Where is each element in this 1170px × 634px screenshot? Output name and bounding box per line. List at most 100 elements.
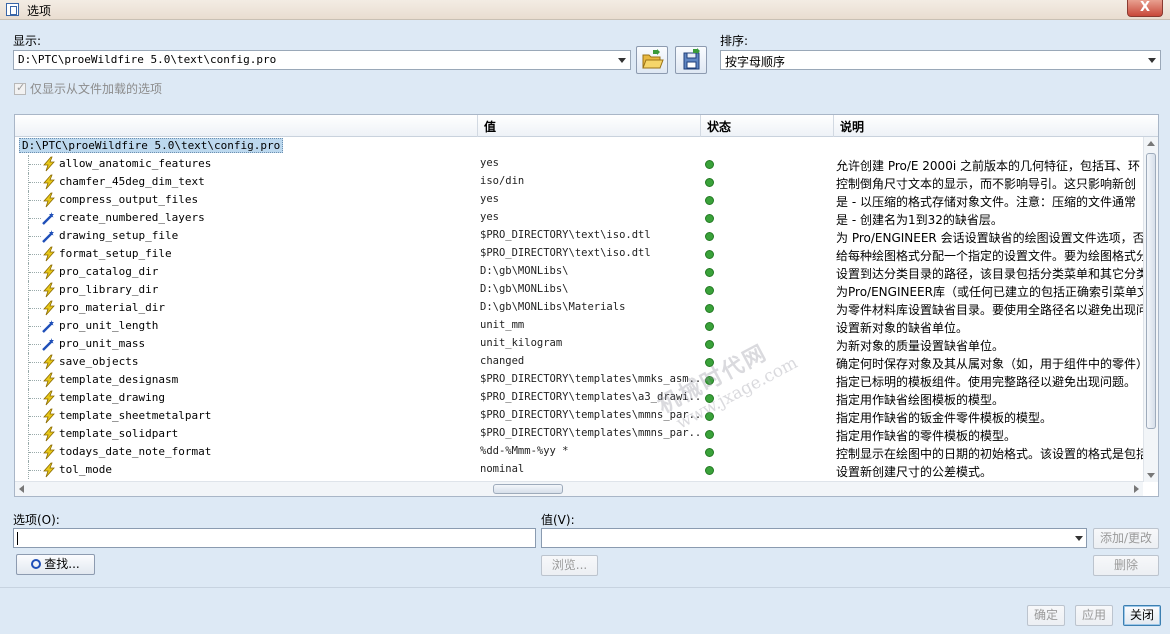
option-description: 给每种绘图格式分配一个指定的设置文件。要为绘图格式分 bbox=[836, 249, 1146, 263]
only-loaded-checkbox[interactable]: 仅显示从文件加载的选项 bbox=[14, 80, 162, 97]
app-icon bbox=[6, 3, 19, 16]
option-description: 为零件材料库设置缺省目录。要使用全路径名以避免出现问 bbox=[836, 303, 1146, 317]
lightning-icon bbox=[41, 264, 57, 280]
chevron-down-icon bbox=[618, 58, 626, 63]
table-row[interactable]: drawing_setup_file $PRO_DIRECTORY\text\is… bbox=[15, 227, 1158, 245]
column-header-description[interactable]: 说明 bbox=[833, 115, 1158, 137]
tree-connector bbox=[28, 317, 42, 335]
close-window-button[interactable]: X bbox=[1127, 0, 1163, 17]
table-row[interactable]: template_designasm $PRO_DIRECTORY\templat… bbox=[15, 371, 1158, 389]
option-name: format_setup_file bbox=[59, 247, 172, 260]
save-config-button[interactable] bbox=[675, 46, 707, 74]
table-header: 值 状态 说明 bbox=[15, 115, 1158, 137]
option-name: drawing_setup_file bbox=[59, 229, 179, 242]
config-root-node[interactable]: D:\PTC\proeWildfire 5.0\text\config.pro bbox=[19, 138, 284, 153]
option-description: 指定用作缺省的钣金件零件模板的模型。 bbox=[836, 411, 1053, 425]
status-dot-icon bbox=[705, 286, 714, 295]
table-row[interactable]: pro_unit_mass unit_kilogram 为新对象的质量设置缺省单位。 bbox=[15, 335, 1158, 353]
horizontal-scrollbar[interactable] bbox=[15, 481, 1143, 496]
table-row[interactable]: allow_anatomic_features yes 允许创建 Pro/E 200… bbox=[15, 155, 1158, 173]
option-description: 确定何时保存对象及其从属对象（如，用于组件中的零件） bbox=[836, 357, 1146, 371]
option-value: D:\gb\MONLibs\Materials bbox=[480, 301, 626, 313]
option-label: 选项(O): bbox=[13, 513, 60, 527]
option-value: $PRO_DIRECTORY\templates\mmks_asm... bbox=[480, 373, 702, 385]
option-name: template_drawing bbox=[59, 391, 165, 404]
find-label: 查找... bbox=[44, 557, 80, 571]
option-description: 为Pro/ENGINEER库（或任何已建立的包括正确索引菜单文件 bbox=[836, 285, 1146, 299]
option-value: yes bbox=[480, 193, 499, 205]
lightning-icon bbox=[41, 192, 57, 208]
option-value: $PRO_DIRECTORY\templates\mmns_par... bbox=[480, 409, 702, 421]
tree-connector bbox=[28, 263, 42, 281]
add-change-button[interactable]: 添加/更改 bbox=[1093, 528, 1159, 549]
table-row[interactable]: chamfer_45deg_dim_text iso/din 控制倒角尺寸文本的显示… bbox=[15, 173, 1158, 191]
show-label: 显示: bbox=[13, 34, 42, 48]
table-row[interactable]: save_objects changed 确定何时保存对象及其从属对象（如，用于组件… bbox=[15, 353, 1158, 371]
column-header-name[interactable] bbox=[15, 115, 477, 137]
scroll-left-icon[interactable] bbox=[19, 485, 24, 493]
column-header-value[interactable]: 值 bbox=[477, 115, 700, 137]
table-row[interactable]: todays_date_note_format %dd-%Mmm-%yy * 控制显… bbox=[15, 443, 1158, 461]
table-row[interactable]: pro_catalog_dir D:\gb\MONLibs\ 设置到达分类目录的路径… bbox=[15, 263, 1158, 281]
tree-connector bbox=[28, 353, 42, 371]
scroll-right-icon[interactable] bbox=[1134, 485, 1139, 493]
lightning-icon bbox=[41, 426, 57, 442]
status-dot-icon bbox=[705, 178, 714, 187]
table-row[interactable]: template_drawing $PRO_DIRECTORY\templates… bbox=[15, 389, 1158, 407]
tree-connector bbox=[28, 245, 42, 263]
tree-connector bbox=[28, 299, 42, 317]
lightning-icon bbox=[41, 462, 57, 478]
option-name: todays_date_note_format bbox=[59, 445, 212, 458]
tree-connector bbox=[28, 155, 42, 173]
vertical-scrollbar[interactable] bbox=[1143, 137, 1158, 482]
table-row[interactable]: template_solidpart $PRO_DIRECTORY\templat… bbox=[15, 425, 1158, 443]
option-input[interactable] bbox=[13, 528, 536, 548]
apply-button[interactable]: 应用 bbox=[1075, 605, 1113, 626]
table-row[interactable]: tol_mode nominal 设置新创建尺寸的公差模式。 bbox=[15, 461, 1158, 479]
status-dot-icon bbox=[705, 358, 714, 367]
option-description: 设置到达分类目录的路径，该目录包括分类菜单和其它分类 bbox=[836, 267, 1146, 281]
option-description: 控制倒角尺寸文本的显示，而不影响导引。这只影响新创 bbox=[836, 177, 1137, 191]
scroll-down-icon[interactable] bbox=[1147, 473, 1155, 478]
option-value: $PRO_DIRECTORY\templates\mmns_par... bbox=[480, 427, 702, 439]
find-button[interactable]: 查找... bbox=[16, 554, 95, 575]
delete-button[interactable]: 删除 bbox=[1093, 555, 1159, 576]
option-value: yes bbox=[480, 157, 499, 169]
table-row[interactable]: pro_library_dir D:\gb\MONLibs\ 为Pro/ENGINE… bbox=[15, 281, 1158, 299]
open-file-button[interactable] bbox=[636, 46, 668, 74]
table-row[interactable]: compress_output_files yes 是 - 以压缩的格式存储对象文件… bbox=[15, 191, 1158, 209]
option-name: pro_unit_length bbox=[59, 319, 159, 332]
table-row[interactable]: create_numbered_layers yes 是 - 创建名为1到32的缺省… bbox=[15, 209, 1158, 227]
table-row[interactable]: template_sheetmetalpart $PRO_DIRECTORY\te… bbox=[15, 407, 1158, 425]
option-description: 为 Pro/ENGINEER 会话设置缺省的绘图设置文件选项，否则 bbox=[836, 231, 1146, 245]
ok-button[interactable]: 确定 bbox=[1027, 605, 1065, 626]
option-name: compress_output_files bbox=[59, 193, 199, 206]
table-row[interactable]: format_setup_file $PRO_DIRECTORY\text\iso… bbox=[15, 245, 1158, 263]
table-row[interactable]: pro_unit_length unit_mm 设置新对象的缺省单位。 bbox=[15, 317, 1158, 335]
status-dot-icon bbox=[705, 412, 714, 421]
value-combo[interactable] bbox=[541, 528, 1087, 548]
browse-button[interactable]: 浏览... bbox=[541, 555, 598, 576]
status-dot-icon bbox=[705, 160, 714, 169]
option-description: 控制显示在绘图中的日期的初始格式。该设置的格式是包括 bbox=[836, 447, 1146, 461]
lightning-icon bbox=[41, 300, 57, 316]
status-dot-icon bbox=[705, 376, 714, 385]
sort-select[interactable]: 按字母顺序 bbox=[720, 50, 1161, 70]
option-name: tol_mode bbox=[59, 463, 112, 476]
scroll-up-icon[interactable] bbox=[1147, 141, 1155, 146]
divider bbox=[0, 587, 1170, 588]
table-row[interactable]: pro_material_dir D:\gb\MONLibs\Materials 为… bbox=[15, 299, 1158, 317]
lightning-icon bbox=[41, 354, 57, 370]
options-table[interactable]: 值 状态 说明 D:\PTC\proeWildfire 5.0\text\con… bbox=[14, 114, 1159, 497]
config-file-select[interactable]: D:\PTC\proeWildfire 5.0\text\config.pro bbox=[13, 50, 631, 70]
vertical-scroll-thumb[interactable] bbox=[1146, 153, 1156, 429]
status-dot-icon bbox=[705, 214, 714, 223]
option-value: D:\gb\MONLibs\ bbox=[480, 283, 569, 295]
lightning-icon bbox=[41, 444, 57, 460]
option-name: template_sheetmetalpart bbox=[59, 409, 212, 422]
horizontal-scroll-thumb[interactable] bbox=[493, 484, 563, 494]
close-button[interactable]: 关闭 bbox=[1123, 605, 1161, 626]
window-title: 选项 bbox=[27, 4, 52, 18]
column-header-status[interactable]: 状态 bbox=[700, 115, 833, 137]
chevron-down-icon bbox=[1075, 536, 1083, 541]
